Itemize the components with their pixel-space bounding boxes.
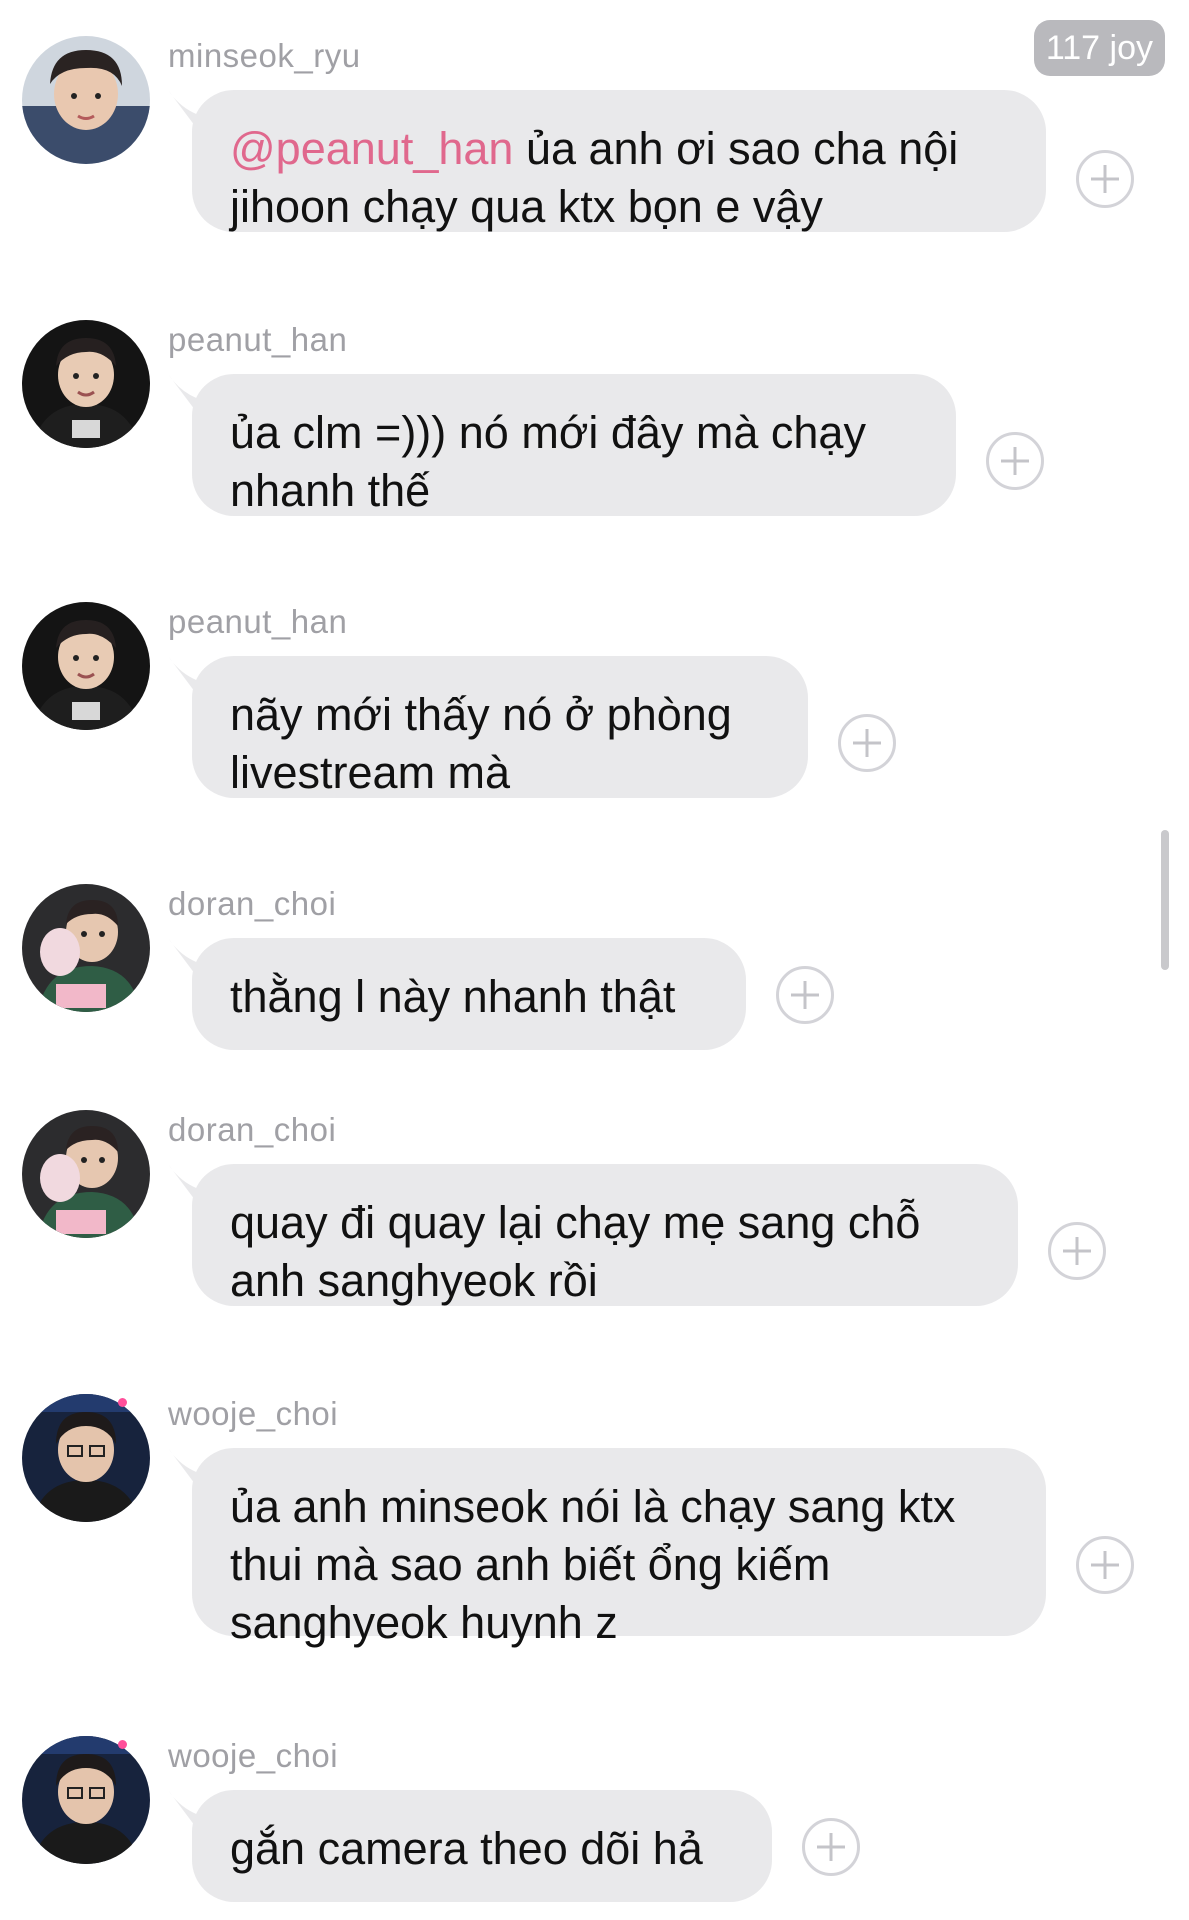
- add-reaction-icon[interactable]: [1076, 1536, 1134, 1594]
- username[interactable]: wooje_choi: [168, 1394, 338, 1434]
- online-indicator: [118, 1740, 127, 1749]
- user-avatar-peanut-icon[interactable]: [22, 602, 150, 730]
- message-bubble[interactable]: ủa anh minseok nói là chạy sang ktx thui…: [168, 1448, 1046, 1648]
- username[interactable]: doran_choi: [168, 884, 336, 924]
- message-bubble[interactable]: thằng l này nhanh thật: [168, 938, 746, 1050]
- scrollbar[interactable]: [1161, 830, 1169, 970]
- online-indicator: [118, 1398, 127, 1407]
- add-reaction-icon[interactable]: [986, 432, 1044, 490]
- bubble-tail: [168, 1448, 228, 1488]
- message-text: gắn camera theo dõi hả: [230, 1823, 703, 1874]
- username[interactable]: minseok_ryu: [168, 36, 361, 76]
- message-bubble[interactable]: gắn camera theo dõi hả: [168, 1790, 772, 1902]
- add-reaction-icon[interactable]: [1048, 1222, 1106, 1280]
- message-text: ủa clm =))) nó mới đây mà chạy nhanh thế: [230, 407, 866, 516]
- bubble-tail: [168, 1790, 228, 1830]
- bubble-tail: [168, 938, 228, 978]
- add-reaction-icon[interactable]: [776, 966, 834, 1024]
- add-reaction-icon[interactable]: [1076, 150, 1134, 208]
- message-text: quay đi quay lại chạy mẹ sang chỗ anh sa…: [230, 1197, 921, 1306]
- message-text: nãy mới thấy nó ở phòng livestream mà: [230, 689, 732, 798]
- message-bubble[interactable]: ủa clm =))) nó mới đây mà chạy nhanh thế: [168, 374, 956, 516]
- user-avatar-minseok-icon[interactable]: [22, 36, 150, 164]
- username[interactable]: wooje_choi: [168, 1736, 338, 1776]
- user-avatar-wooje-icon[interactable]: [22, 1736, 150, 1864]
- add-reaction-icon[interactable]: [802, 1818, 860, 1876]
- username[interactable]: peanut_han: [168, 320, 347, 360]
- bubble-tail: [168, 1164, 228, 1204]
- user-avatar-doran-icon[interactable]: [22, 1110, 150, 1238]
- add-reaction-icon[interactable]: [838, 714, 896, 772]
- message-bubble[interactable]: @peanut_han ủa anh ơi sao cha nội jihoon…: [168, 90, 1046, 232]
- chat-thread: 117 joy minseok_ryu @peanut_han ủa anh ơ…: [0, 0, 1189, 1920]
- message-text: ủa anh minseok nói là chạy sang ktx thui…: [230, 1481, 956, 1648]
- username[interactable]: doran_choi: [168, 1110, 336, 1150]
- bubble-tail: [168, 656, 228, 696]
- message-bubble[interactable]: nãy mới thấy nó ở phòng livestream mà: [168, 656, 808, 798]
- username[interactable]: peanut_han: [168, 602, 347, 642]
- message-bubble[interactable]: quay đi quay lại chạy mẹ sang chỗ anh sa…: [168, 1164, 1018, 1306]
- bubble-tail: [168, 374, 228, 414]
- mention-link[interactable]: @peanut_han: [230, 123, 513, 174]
- bubble-tail: [168, 90, 228, 130]
- reaction-count-badge: 117 joy: [1033, 20, 1165, 76]
- user-avatar-peanut-icon[interactable]: [22, 320, 150, 448]
- user-avatar-wooje-icon[interactable]: [22, 1394, 150, 1522]
- user-avatar-doran-icon[interactable]: [22, 884, 150, 1012]
- message-text: thằng l này nhanh thật: [230, 971, 676, 1022]
